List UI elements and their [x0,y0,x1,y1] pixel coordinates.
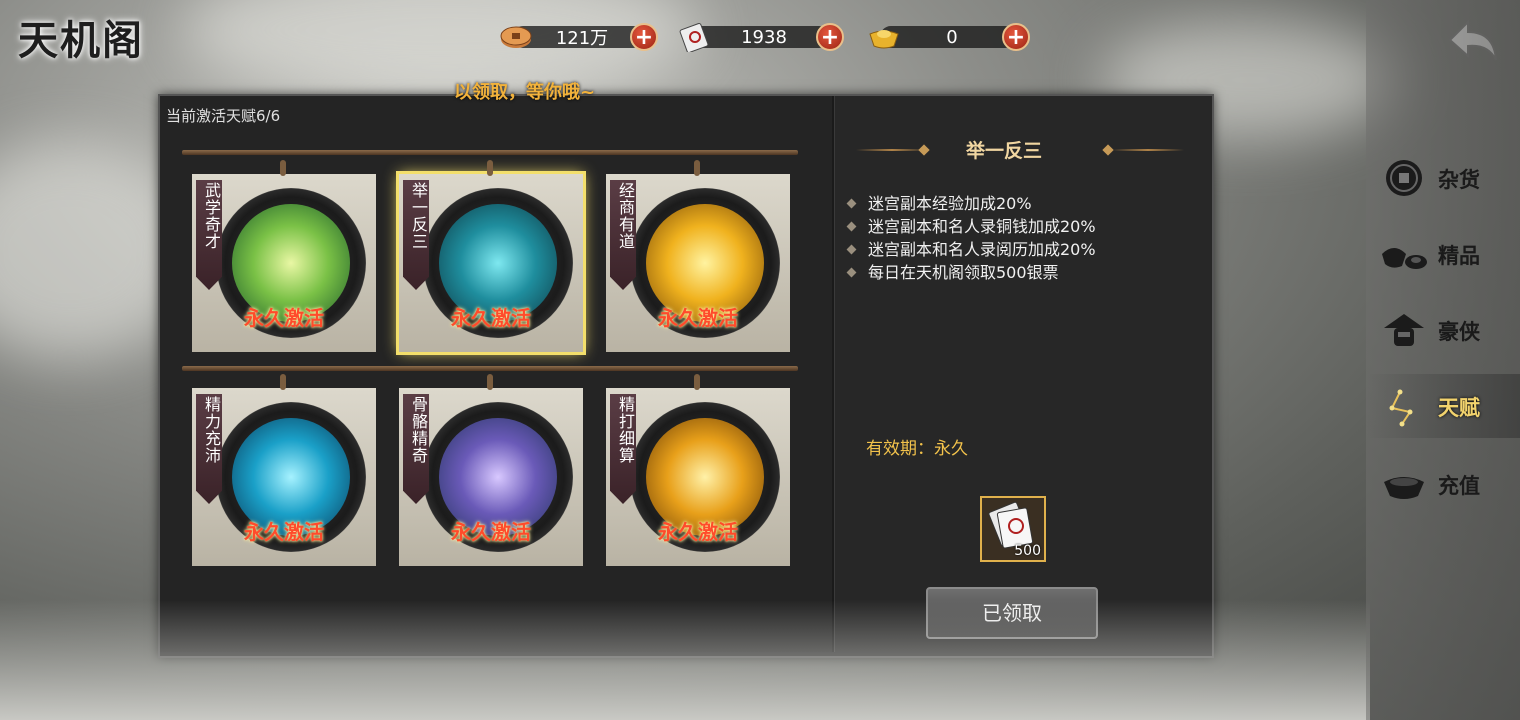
game-logo: 天机阁 [18,17,144,64]
treasure-bowl-icon [1384,477,1424,499]
talent-card-6[interactable]: 精打细算 永久激活 [606,374,790,566]
sidebar-item-heroes[interactable]: 豪侠 [1366,298,1520,362]
bottom-mist [0,600,1370,720]
add-silver-note-button[interactable]: + [816,23,844,51]
talent-name: 骨骼精奇 [409,396,428,464]
gold-ingot-icon [866,22,902,52]
detail-title: 举一反三 [966,140,1043,162]
currency-silver-note-value: 1938 [741,26,787,48]
sidebar-item-talents[interactable]: 天赋 [1366,374,1520,438]
bonus-item: 迷宫副本经验加成20% [842,192,1096,215]
talent-card-1[interactable]: 武学奇才 永久激活 [192,160,376,352]
card-hook [694,374,700,390]
talent-name: 精打细算 [616,396,635,464]
talent-status: 永久激活 [451,306,531,330]
talent-card-4[interactable]: 精力充沛 永久激活 [192,374,376,566]
reward-quantity: 500 [1014,543,1041,559]
silver-note-icon [676,22,712,52]
panel-divider [832,96,834,652]
add-gold-button[interactable]: + [1002,23,1030,51]
card-hook [694,160,700,176]
coin-icon [1386,160,1422,196]
talent-status: 永久激活 [658,520,738,544]
bullet-icon [846,244,857,255]
currency-copper-value: 121万 [555,28,609,49]
talent-card-5[interactable]: 骨骼精奇 永久激活 [399,374,583,566]
bonus-list: 迷宫副本经验加成20% 迷宫副本和名人录铜钱加成20% 迷宫副本和名人录阅历加成… [842,192,1096,284]
bullet-icon [846,221,857,232]
active-talent-count: 当前激活天赋6/6 [166,107,281,125]
talent-name: 举一反三 [409,182,428,250]
hero-hat-icon [1384,314,1424,346]
bonus-item: 迷宫副本和名人录铜钱加成20% [842,215,1096,238]
title-deco-right [1112,149,1184,151]
card-hook [487,374,493,390]
ingot-icon [1382,248,1427,269]
scrolling-notice: 以领取，等你哦~ [454,82,596,103]
add-copper-button[interactable]: + [630,23,658,51]
validity-text: 有效期：永久 [866,439,968,459]
talent-name: 精力充沛 [202,396,221,464]
talent-status: 永久激活 [244,520,324,544]
talent-card-3[interactable]: 经商有道 永久激活 [606,160,790,352]
bullet-icon [846,267,857,278]
talent-name: 经商有道 [616,182,635,250]
currency-copper: 121万 + [498,20,658,54]
card-hook [280,160,286,176]
hanging-rod [182,366,798,371]
talent-status: 永久激活 [451,520,531,544]
copper-coin-icon [498,22,534,52]
hanging-rod [182,150,798,155]
sidebar-item-recharge[interactable]: 充值 [1366,452,1520,516]
bonus-item: 每日在天机阁领取500银票 [842,261,1096,284]
sidebar-item-groceries[interactable]: 杂货 [1366,146,1520,210]
sidebar-item-premium[interactable]: 精品 [1366,222,1520,286]
constellation-icon [1389,389,1413,427]
talent-card-2[interactable]: 举一反三 永久激活 [396,160,586,355]
currency-gold: 0 + [866,20,1030,54]
talent-name: 武学奇才 [202,182,221,250]
talent-status: 永久激活 [244,306,324,330]
currency-silver-note: 1938 + [676,20,844,54]
talent-status: 永久激活 [658,306,738,330]
bonus-item: 迷宫副本和名人录阅历加成20% [842,238,1096,261]
reward-item[interactable]: 500 [980,496,1046,562]
card-hook [487,160,493,176]
bullet-icon [846,198,857,209]
currency-gold-value: 0 [946,26,958,48]
card-hook [280,374,286,390]
